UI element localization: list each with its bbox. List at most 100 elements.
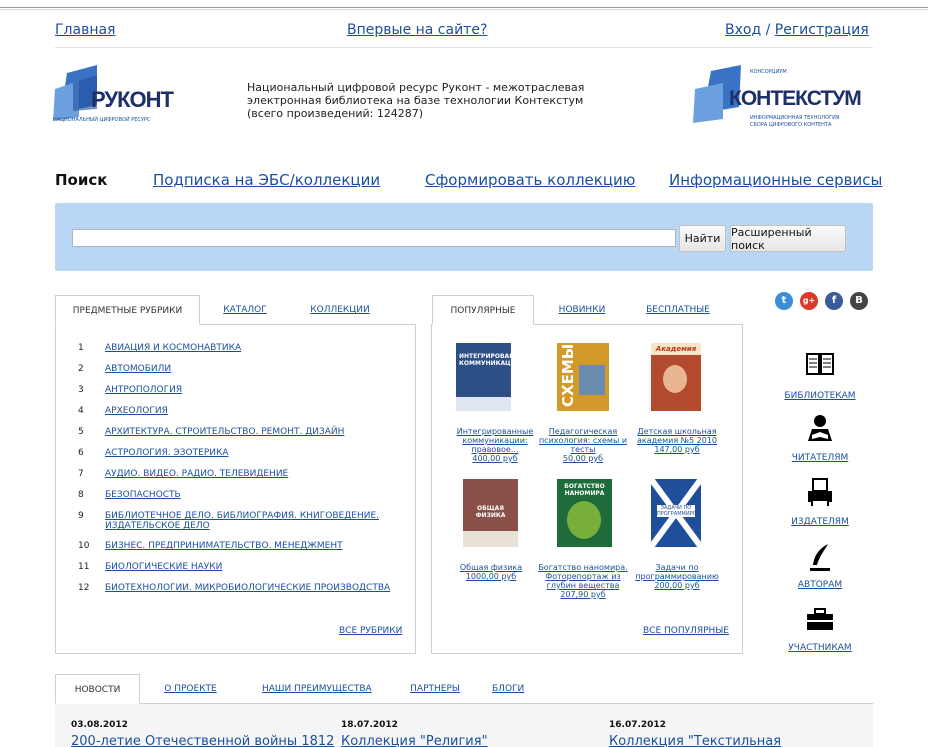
advanced-search-button[interactable]: Расширенный поиск [730,225,846,252]
news-date: 03.08.2012 [71,720,128,730]
all-rubrics-link[interactable]: ВСЕ РУБРИКИ [339,626,402,636]
twitter-icon[interactable]: t [775,292,793,310]
book-item[interactable]: Интегрированные коммуникации: правовое..… [450,427,540,463]
rubric-number: 5 [78,427,84,437]
sidebar-item-label[interactable]: АВТОРАМ [780,580,860,590]
book-cover-stripe [456,397,511,411]
book-item[interactable]: Общая физика 1000,00 руб [446,563,536,581]
news-item[interactable]: 03.08.2012 200-летие Отечественной войны… [71,720,334,747]
rubric-link[interactable]: БИЗНЕС. ПРЕДПРИНИМАТЕЛЬСТВО. МЕНЕДЖМЕНТ [105,541,395,551]
rubric-link[interactable]: АУДИО. ВИДЕО. РАДИО. ТЕЛЕВИДЕНИЕ [105,469,395,479]
book-price[interactable]: 400,00 руб [450,454,540,463]
tab-new[interactable]: НОВИНКИ [557,295,607,325]
tab-about[interactable]: О ПРОЕКТЕ [163,674,218,704]
news-title[interactable]: Коллекция "Религия" [341,734,488,747]
printer-icon [808,478,832,506]
top-divider [55,47,873,48]
tab-advantages[interactable]: НАШИ ПРЕИМУЩЕСТВА [262,674,372,704]
news-item[interactable]: 16.07.2012 Коллекция "Текстильная [609,720,781,747]
book-price[interactable]: 50,00 руб [538,454,628,463]
vkontakte-icon[interactable]: B [850,292,868,310]
book-title[interactable]: Задачи по программированию [632,563,722,581]
book-cover-image [663,365,687,393]
book-item[interactable]: Педагогическая психология: схемы и тесты… [538,427,628,463]
book-title[interactable]: Интегрированные коммуникации: правовое..… [450,427,540,454]
rubric-link[interactable]: БИБЛИОТЕЧНОЕ ДЕЛО. БИБЛИОГРАФИЯ. КНИГОВЕ… [105,511,395,531]
tab-blogs[interactable]: БЛОГИ [492,674,524,704]
kontekstum-logo-sub1: ИНФОРМАЦИОННАЯ ТЕХНОЛОГИЯ [750,115,840,121]
rubric-link[interactable]: АРХИТЕКТУРА. СТРОИТЕЛЬСТВО. РЕМОНТ. ДИЗА… [105,427,395,437]
book-cover[interactable]: ЗАДАЧИ ПО ПРОГРАММИРОВАНИЮ [651,479,701,547]
tab-collections[interactable]: КОЛЛЕКЦИИ [310,295,370,325]
sidebar-item-label[interactable]: ЧИТАТЕЛЯМ [780,453,860,463]
site-description: Национальный цифровой ресурс Руконт - ме… [247,81,585,120]
google-plus-icon[interactable]: g+ [800,292,818,310]
tab-popular[interactable]: ПОПУЛЯРНЫЕ [432,295,534,325]
sidebar-item-label[interactable]: БИБЛИОТЕКАМ [780,391,860,401]
rubric-link[interactable]: АВТОМОБИЛИ [105,364,395,374]
find-button[interactable]: Найти [679,225,726,252]
book-item[interactable]: Богатство наномира. Фоторепортаж из глуб… [538,563,628,599]
top-border [0,7,928,8]
tab-free[interactable]: БЕСПЛАТНЫЕ [645,295,711,325]
kontekstum-logo-top: КОНСОРЦИУМ [750,69,787,75]
sidebar-item-authors[interactable]: АВТОРАМ [780,543,860,595]
book-item[interactable]: Задачи по программированию 200,00 руб [632,563,722,590]
sidebar-item-libraries[interactable]: БИБЛИОТЕКАМ [780,350,860,402]
nav-search[interactable]: Поиск [55,171,107,189]
top-border-light [0,9,928,10]
rubric-link[interactable]: БЕЗОПАСНОСТЬ [105,490,395,500]
book-price[interactable]: 200,00 руб [632,581,722,590]
auth-links: Вход / Регистрация [725,22,869,38]
all-popular-link[interactable]: ВСЕ ПОПУЛЯРНЫЕ [643,626,729,636]
news-item[interactable]: 18.07.2012 Коллекция "Религия" [341,720,488,747]
rukont-logo[interactable]: РУКОНТ НАЦИОНАЛЬНЫЙ ЦИФРОВОЙ РЕСУРС [53,65,183,127]
home-link[interactable]: Главная [55,22,115,38]
tab-rubrics[interactable]: ПРЕДМЕТНЫЕ РУБРИКИ [55,295,200,325]
tab-news[interactable]: НОВОСТИ [55,674,140,704]
rubric-link[interactable]: БИОТЕХНОЛОГИИ. МИКРОБИОЛОГИЧЕСКИЕ ПРОИЗВ… [105,583,395,593]
book-item[interactable]: Детская школьная академия №5 2010 147,00… [632,427,722,454]
book-cover[interactable]: БОГАТСТВО НАНОМИРА [557,479,612,547]
register-link[interactable]: Регистрация [775,22,869,38]
tab-partners[interactable]: ПАРТНЕРЫ [410,674,460,704]
kontekstum-logo-text: КОНТЕКСТУМ [729,87,862,110]
rubric-link[interactable]: АВИАЦИЯ И КОСМОНАВТИКА [105,343,395,353]
sidebar-item-readers[interactable]: ЧИТАТЕЛЯМ [780,413,860,465]
book-price[interactable]: 1000,00 руб [446,572,536,581]
briefcase-icon [807,608,833,630]
book-cover[interactable]: ОБЩАЯ ФИЗИКА [463,479,518,547]
nav-subscription[interactable]: Подписка на ЭБС/коллекции [153,171,380,189]
book-cover[interactable]: СХЕМЫ [557,343,609,411]
book-cover-stripe [463,531,518,547]
book-cover-text: БОГАТСТВО НАНОМИРА [564,483,605,497]
rubric-number: 6 [78,448,84,458]
kontekstum-logo[interactable]: КОНСОРЦИУМ КОНТЕКСТУМ ИНФОРМАЦИОННАЯ ТЕХ… [693,65,878,135]
book-title[interactable]: Детская школьная академия №5 2010 [632,427,722,445]
search-input[interactable] [72,229,676,247]
nav-services[interactable]: Информационные сервисы [669,171,882,189]
sidebar-item-participants[interactable]: УЧАСТНИКАМ [780,606,860,658]
book-title[interactable]: Богатство наномира. Фоторепортаж из глуб… [538,563,628,590]
book-price[interactable]: 147,00 руб [632,445,722,454]
facebook-icon[interactable]: f [825,292,843,310]
rubric-link[interactable]: АНТРОПОЛОГИЯ [105,385,395,395]
book-cover[interactable]: ИНТЕГРИРОВАННЫЕ КОММУНИКАЦИИ [456,343,530,411]
rubric-link[interactable]: АРХЕОЛОГИЯ [105,406,395,416]
sidebar-item-label[interactable]: ИЗДАТЕЛЯМ [780,517,860,527]
tab-catalog[interactable]: КАТАЛОГ [220,295,270,325]
book-title[interactable]: Общая физика [446,563,536,572]
rubric-link[interactable]: АСТРОЛОГИЯ. ЭЗОТЕРИКА [105,448,395,458]
news-title[interactable]: 200-летие Отечественной войны 1812 [71,734,334,747]
login-link[interactable]: Вход [725,22,761,38]
book-title[interactable]: Педагогическая психология: схемы и тесты [538,427,628,454]
news-title[interactable]: Коллекция "Текстильная [609,734,781,747]
sidebar-item-label[interactable]: УЧАСТНИКАМ [780,643,860,653]
first-time-link[interactable]: Впервые на сайте? [347,22,487,38]
rubric-number: 10 [78,541,90,551]
book-cover[interactable]: Академия [651,343,701,411]
rubric-link[interactable]: БИОЛОГИЧЕСКИЕ НАУКИ [105,562,395,572]
nav-collection[interactable]: Сформировать коллекцию [425,171,635,189]
sidebar-item-publishers[interactable]: ИЗДАТЕЛЯМ [780,478,860,530]
book-price[interactable]: 207,90 руб [538,590,628,599]
